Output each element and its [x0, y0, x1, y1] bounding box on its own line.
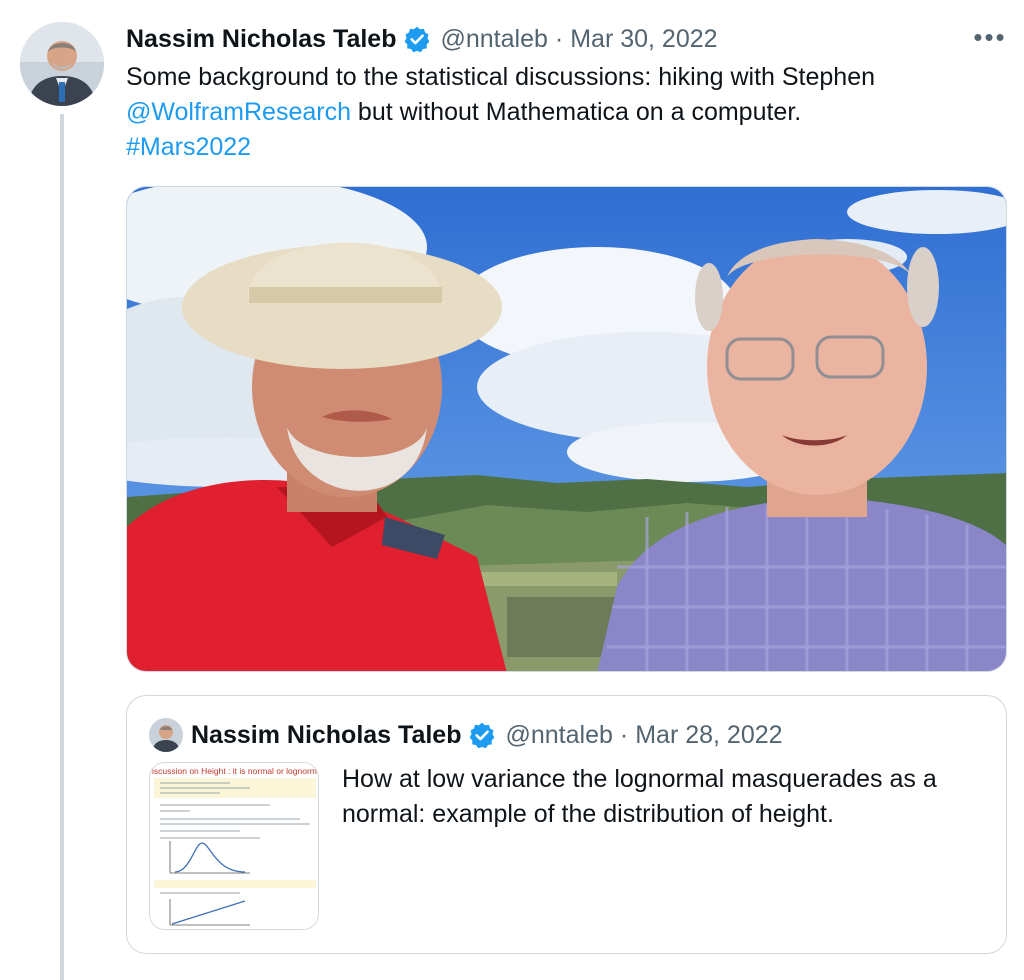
quoted-tweet-header: Nassim Nicholas Taleb @nntaleb · Mar 28,…	[191, 718, 783, 752]
quoted-tweet-thumbnail[interactable]: iscussion on Height : it is normal or lo…	[149, 762, 319, 930]
thumbnail-title: iscussion on Height : it is normal or lo…	[152, 766, 319, 776]
hashtag-link[interactable]: #Mars2022	[126, 133, 251, 161]
tweet-photo[interactable]	[126, 186, 1007, 672]
tweet-text-part2: but without Mathematica on a computer.	[350, 98, 802, 126]
quoted-tweet-text: How at low variance the lognormal masque…	[342, 765, 937, 828]
header-separator: ·	[554, 24, 564, 53]
quoted-author-avatar[interactable]	[149, 718, 183, 752]
mention-link[interactable]: @WolframResearch	[126, 98, 351, 126]
tweet-text: Some background to the statistical discu…	[126, 60, 1006, 165]
tweet-header: Nassim Nicholas Taleb @nntaleb · Mar 30,…	[126, 22, 718, 56]
author-avatar[interactable]	[20, 22, 104, 106]
quoted-tweet-date: Mar 28, 2022	[635, 720, 783, 749]
more-options-icon[interactable]: •••	[972, 22, 1008, 56]
verified-badge-icon	[468, 721, 496, 749]
tweet-date[interactable]: Mar 30, 2022	[570, 25, 717, 54]
verified-badge-icon	[403, 25, 431, 53]
quoted-author-name: Nassim Nicholas Taleb	[191, 720, 462, 749]
quoted-tweet-card[interactable]: Nassim Nicholas Taleb @nntaleb · Mar 28,…	[126, 695, 1007, 954]
author-name[interactable]: Nassim Nicholas Taleb	[126, 25, 396, 54]
tweet-text-part1: Some background to the statistical discu…	[126, 63, 876, 91]
thread-connector-line	[60, 114, 64, 980]
quoted-header-separator: ·	[619, 720, 629, 749]
quoted-author-handle: @nntaleb	[505, 720, 613, 749]
author-handle[interactable]: @nntaleb	[440, 25, 547, 54]
